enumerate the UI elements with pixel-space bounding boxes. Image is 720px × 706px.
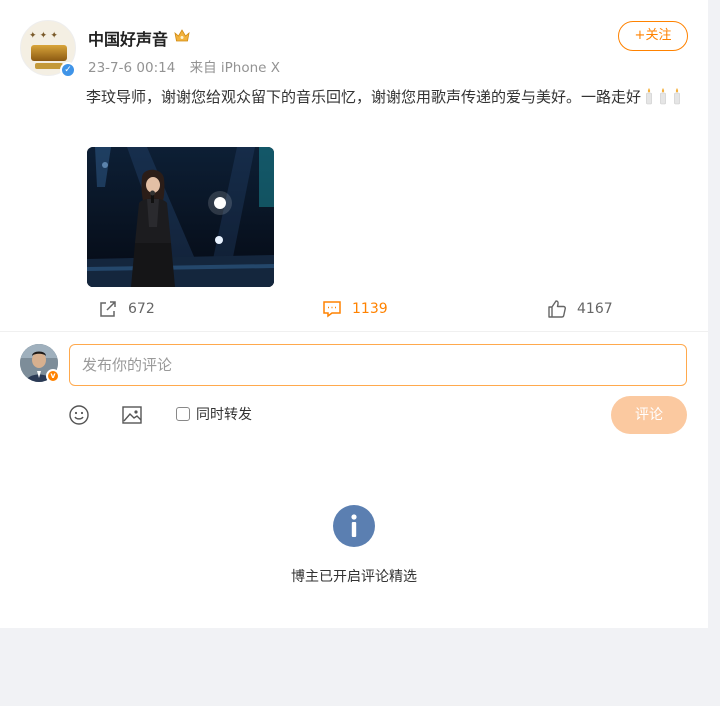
verified-icon: ✓ bbox=[60, 62, 76, 78]
repost-action[interactable]: 672 bbox=[98, 299, 155, 319]
comment-composer: v 同时转发 评论 bbox=[0, 332, 708, 444]
author-name[interactable]: 中国好声音 bbox=[88, 26, 168, 50]
crown-icon bbox=[174, 29, 190, 42]
comment-input[interactable] bbox=[69, 344, 687, 386]
post-source: 来自 iPhone X bbox=[189, 60, 280, 76]
follow-button[interactable]: +关注 bbox=[618, 21, 688, 51]
image-icon[interactable] bbox=[121, 404, 143, 426]
post-meta: 23-7-6 00:14 来自 iPhone X bbox=[88, 56, 280, 76]
info-icon bbox=[333, 505, 375, 547]
user-badge-icon: v bbox=[46, 369, 60, 383]
repost-checkbox[interactable]: 同时转发 bbox=[176, 404, 252, 424]
repost-label: 同时转发 bbox=[196, 407, 252, 423]
comment-notice: 博主已开启评论精选 bbox=[291, 569, 417, 585]
emoji-icon[interactable] bbox=[68, 404, 90, 426]
checkbox-icon[interactable] bbox=[176, 407, 190, 421]
post-content: 李玟导师，谢谢您给观众留下的音乐回忆，谢谢您用歌声传递的爱与美好。一路走好 bbox=[86, 84, 696, 110]
comment-icon bbox=[323, 301, 341, 318]
like-count: 4167 bbox=[577, 301, 613, 317]
candle-icon bbox=[646, 88, 652, 105]
candle-icon bbox=[660, 88, 666, 105]
repost-count: 672 bbox=[128, 301, 155, 317]
comment-count: 1139 bbox=[352, 301, 388, 317]
like-action[interactable]: 4167 bbox=[547, 299, 613, 319]
repost-icon bbox=[100, 301, 116, 317]
comment-action[interactable]: 1139 bbox=[322, 299, 388, 319]
post-photo[interactable] bbox=[87, 147, 274, 287]
comment-submit-button[interactable]: 评论 bbox=[611, 396, 687, 434]
thumbs-up-icon bbox=[548, 300, 566, 318]
post-text: 李玟导师，谢谢您给观众留下的音乐回忆，谢谢您用歌声传递的爱与美好。一路走好 bbox=[86, 88, 642, 106]
post-time[interactable]: 23-7-6 00:14 bbox=[88, 60, 175, 76]
post-card: ✦ ✦ ✦ ✓ 中国好声音 23-7-6 00:14 来自 iPhone X +… bbox=[0, 0, 708, 628]
action-bar: 672 1139 4167 bbox=[0, 295, 708, 325]
candle-icon bbox=[674, 88, 680, 105]
